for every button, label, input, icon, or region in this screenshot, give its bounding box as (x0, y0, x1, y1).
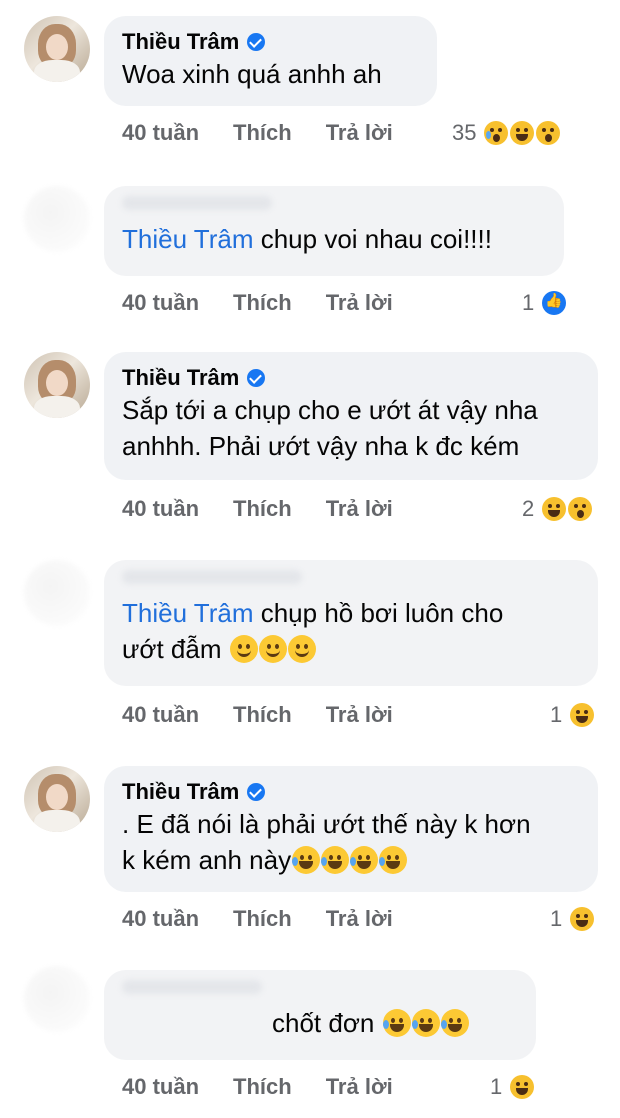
comment-body-2: k kém anh này (122, 845, 292, 875)
smile-emoji-icon (287, 635, 316, 663)
comment-timestamp[interactable]: 40 tuần (122, 290, 199, 316)
mention-link[interactable]: Thiều Trâm (122, 598, 254, 628)
like-button[interactable]: Thích (233, 1074, 292, 1100)
comment-text: Thiều Trâm chup voi nhau coi!!!! (122, 221, 546, 257)
comment-text: Woa xinh quá anhh ah (122, 59, 382, 89)
rofl-emoji-icon (440, 1009, 469, 1037)
comment-actions: 40 tuần Thích Trả lời (122, 702, 427, 728)
reaction-count: 35 (452, 120, 477, 145)
rofl-emoji-icon (292, 846, 321, 874)
reply-button[interactable]: Trả lời (326, 290, 393, 316)
laugh-icon (510, 1075, 535, 1099)
comment-actions: 40 tuần Thích Trả lời (122, 1074, 427, 1100)
comment-text-line-1: . E đã nói là phải ướt thế này k hơn (122, 809, 531, 839)
reaction-summary[interactable]: 1 (550, 702, 595, 728)
rofl-emoji-icon (382, 1009, 411, 1037)
laugh-icon (570, 907, 595, 931)
mention-link[interactable]: Thiều Trâm (122, 224, 254, 254)
reaction-summary[interactable]: 1 (490, 1074, 535, 1100)
laugh-icon (542, 497, 567, 521)
avatar[interactable] (24, 966, 90, 1032)
laugh-icon (570, 703, 595, 727)
reaction-count: 1 (522, 290, 535, 315)
reaction-count: 1 (550, 906, 563, 931)
avatar[interactable] (24, 352, 90, 418)
author-name[interactable]: Thiều Trâm (122, 364, 239, 392)
rofl-emoji-icon (321, 846, 350, 874)
author-name[interactable] (122, 980, 262, 994)
laugh-icon (510, 121, 535, 145)
comment-text: chốt đơn (122, 1005, 518, 1041)
like-button[interactable]: Thích (233, 290, 292, 316)
verified-badge-icon (247, 33, 266, 51)
comment-text-line-1: Thiều Trâm chụp hồ bơi luôn cho (122, 595, 580, 631)
comment-body: chụp hồ bơi luôn cho (253, 598, 504, 628)
reaction-summary[interactable]: 1 (550, 906, 595, 932)
author-name[interactable]: Thiều Trâm (122, 778, 239, 806)
comment-author[interactable]: Thiều Trâm (122, 28, 419, 56)
avatar[interactable] (24, 560, 90, 626)
reaction-count: 2 (522, 496, 535, 521)
comment-bubble: Thiều Trâm . E đã nói là phải ướt thế nà… (104, 766, 598, 892)
comment-author[interactable]: Thiều Trâm (122, 364, 580, 392)
reaction-summary[interactable]: 2 (522, 496, 593, 522)
wow-icon (568, 497, 593, 521)
comment-body-2: ướt đẫm (122, 634, 229, 664)
comment-actions: 40 tuần Thích Trả lời (122, 290, 427, 316)
reply-button[interactable]: Trả lời (326, 496, 393, 522)
comment-timestamp[interactable]: 40 tuần (122, 906, 199, 932)
reply-button[interactable]: Trả lời (326, 1074, 393, 1100)
avatar[interactable] (24, 16, 90, 82)
smile-emoji-icon (229, 635, 258, 663)
smile-emoji-icon (258, 635, 287, 663)
comment-bubble: Thiều Trâm Sắp tới a chụp cho e ướt át v… (104, 352, 598, 480)
comment-actions: 40 tuần Thích Trả lời (122, 120, 427, 146)
comment-body: chốt đơn (272, 1008, 382, 1038)
like-icon (542, 291, 567, 315)
like-button[interactable]: Thích (233, 496, 292, 522)
rofl-emoji-icon (379, 846, 408, 874)
like-button[interactable]: Thích (233, 906, 292, 932)
reply-button[interactable]: Trả lời (326, 906, 393, 932)
comment-actions: 40 tuần Thích Trả lời (122, 496, 427, 522)
verified-badge-icon (247, 369, 266, 387)
comment-text-line-2: ướt đẫm (122, 631, 580, 667)
avatar[interactable] (24, 766, 90, 832)
reaction-count: 1 (490, 1074, 503, 1099)
reaction-count: 1 (550, 702, 563, 727)
author-name[interactable] (122, 570, 302, 584)
reply-button[interactable]: Trả lời (326, 702, 393, 728)
verified-badge-icon (247, 783, 266, 801)
comment-author[interactable]: Thiều Trâm (122, 778, 580, 806)
comment-timestamp[interactable]: 40 tuần (122, 496, 199, 522)
comment-timestamp[interactable]: 40 tuần (122, 1074, 199, 1100)
comment-timestamp[interactable]: 40 tuần (122, 120, 199, 146)
reaction-summary[interactable]: 35 (452, 120, 561, 146)
sad-icon (484, 121, 509, 145)
comment-actions: 40 tuần Thích Trả lời (122, 906, 427, 932)
reply-button[interactable]: Trả lời (326, 120, 393, 146)
comment-text-line-1: Sắp tới a chụp cho e ướt át vậy nha (122, 395, 538, 425)
wow-icon (536, 121, 561, 145)
comment-text-line-2: anhhh. Phải ướt vậy nha k đc kém (122, 431, 520, 461)
rofl-emoji-icon (411, 1009, 440, 1037)
comment-bubble: Thiều Trâm Woa xinh quá anhh ah (104, 16, 437, 106)
comment-body: chup voi nhau coi!!!! (253, 224, 492, 254)
comment-bubble: Thiều Trâm chụp hồ bơi luôn cho ướt đẫm (104, 560, 598, 686)
reaction-summary[interactable]: 1 (522, 290, 567, 316)
comment-text-line-2: k kém anh này (122, 842, 580, 878)
comment-bubble: Thiều Trâm chup voi nhau coi!!!! (104, 186, 564, 276)
avatar[interactable] (24, 186, 90, 252)
author-name[interactable] (122, 196, 272, 210)
rofl-emoji-icon (350, 846, 379, 874)
comment-bubble: chốt đơn (104, 970, 536, 1060)
author-name[interactable]: Thiều Trâm (122, 28, 239, 56)
like-button[interactable]: Thích (233, 702, 292, 728)
comment-timestamp[interactable]: 40 tuần (122, 702, 199, 728)
like-button[interactable]: Thích (233, 120, 292, 146)
